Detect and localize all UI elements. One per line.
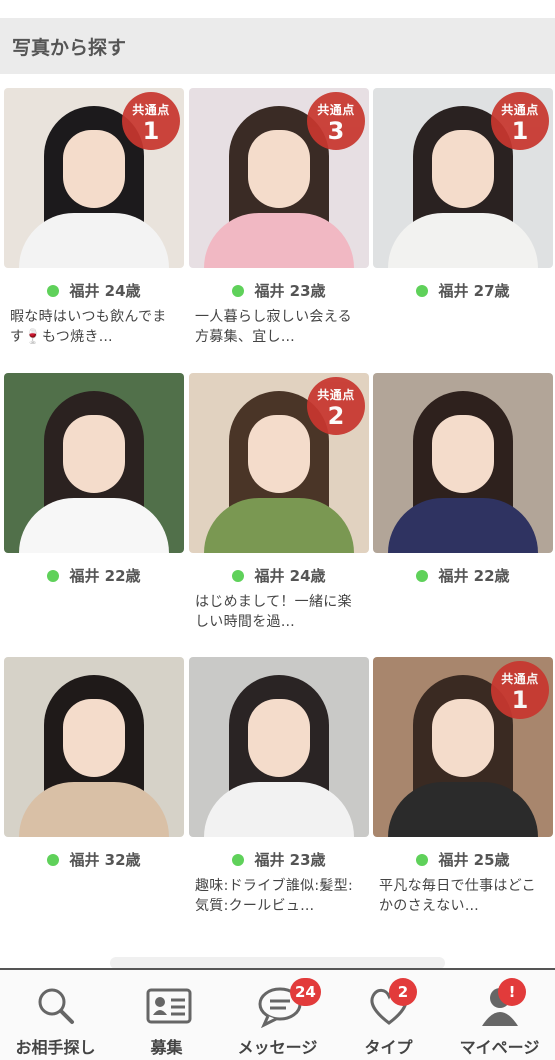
profile-photo[interactable] xyxy=(189,657,369,837)
tab-label: マイページ xyxy=(459,1038,540,1057)
profile-card[interactable]: 共通点 3 福井 23歳一人暮らし寂しい会える方募集、宜し… xyxy=(189,88,369,347)
profile-card[interactable]: 福井 22歳 xyxy=(373,373,553,632)
tab-label: お相手探し xyxy=(15,1038,96,1057)
profile-card[interactable]: 福井 32歳 xyxy=(4,657,184,916)
common-points-count: 1 xyxy=(142,117,160,145)
profile-info: 福井 24歳 xyxy=(4,280,184,301)
profile-photo[interactable]: 共通点 1 xyxy=(373,657,553,837)
online-status-icon xyxy=(416,569,429,582)
notification-badge: 2 xyxy=(389,978,417,1006)
online-status-icon xyxy=(47,569,60,582)
search-icon xyxy=(34,984,78,1028)
profile-photo[interactable]: 共通点 3 xyxy=(189,88,369,268)
profile-info: 福井 22歳 xyxy=(373,565,553,586)
profile-info: 福井 23歳 xyxy=(189,849,369,870)
common-points-badge: 共通点 1 xyxy=(491,92,549,150)
profile-photo[interactable] xyxy=(4,373,184,553)
profile-description: 平凡な毎日で仕事はどこかのさえない… xyxy=(379,878,536,914)
location-age: 福井 24歳 xyxy=(254,567,326,585)
common-points-count: 3 xyxy=(327,117,345,145)
profile-description: はじめまして！一緒に楽しい時間を過… xyxy=(195,594,352,630)
profile-photo[interactable] xyxy=(4,657,184,837)
tab-search[interactable]: お相手探し xyxy=(0,970,111,1060)
notification-badge: ! xyxy=(498,978,526,1006)
profile-card[interactable]: 共通点 2 福井 24歳はじめまして！一緒に楽しい時間を過… xyxy=(189,373,369,632)
profile-description: 暇な時はいつも飲んでます🍷もつ焼き… xyxy=(10,309,167,345)
profile-info: 福井 27歳 xyxy=(373,280,553,301)
profile-photo[interactable]: 共通点 1 xyxy=(4,88,184,268)
photo-face xyxy=(432,699,494,777)
online-status-icon xyxy=(416,853,429,866)
location-age: 福井 32歳 xyxy=(69,851,141,869)
profile-description xyxy=(4,592,184,632)
photo-face xyxy=(63,415,125,493)
common-points-count: 1 xyxy=(511,686,529,714)
online-status-icon xyxy=(47,853,60,866)
notification-badge: 24 xyxy=(290,978,321,1006)
online-status-icon xyxy=(232,284,245,297)
common-points-label: 共通点 xyxy=(317,103,355,117)
profile-description xyxy=(373,592,553,632)
profile-description: 趣味:ドライブ誰似:髪型:気質:クールビュ… xyxy=(195,878,354,914)
photo-face xyxy=(63,699,125,777)
tab-person[interactable]: マイページ! xyxy=(444,970,555,1060)
tab-chat[interactable]: メッセージ 24 xyxy=(222,970,333,1060)
photo-face xyxy=(432,130,494,208)
profile-info: 福井 24歳 xyxy=(189,565,369,586)
online-status-icon xyxy=(232,569,245,582)
online-status-icon xyxy=(47,284,60,297)
location-age: 福井 22歳 xyxy=(438,567,510,585)
tab-label: メッセージ xyxy=(237,1038,318,1057)
bottom-tab-bar: お相手探し 募集 メッセージ 24 タイプ 2 マイページ! xyxy=(0,968,555,1060)
photo-face xyxy=(63,130,125,208)
profile-photo[interactable] xyxy=(373,373,553,553)
profile-photo[interactable]: 共通点 2 xyxy=(189,373,369,553)
location-age: 福井 22歳 xyxy=(69,567,141,585)
photo-face xyxy=(432,415,494,493)
tab-label: タイプ xyxy=(364,1038,413,1057)
profile-card[interactable]: 共通点 1 福井 25歳平凡な毎日で仕事はどこかのさえない… xyxy=(373,657,553,916)
tab-heart[interactable]: タイプ 2 xyxy=(333,970,444,1060)
location-age: 福井 23歳 xyxy=(254,851,326,869)
location-age: 福井 23歳 xyxy=(254,282,326,300)
common-points-count: 2 xyxy=(327,402,345,430)
profile-info: 福井 25歳 xyxy=(373,849,553,870)
profile-description xyxy=(4,876,184,916)
profile-card[interactable]: 福井 22歳 xyxy=(4,373,184,632)
online-status-icon xyxy=(232,853,245,866)
common-points-label: 共通点 xyxy=(501,672,539,686)
location-age: 福井 24歳 xyxy=(69,282,141,300)
common-points-count: 1 xyxy=(511,117,529,145)
profile-card[interactable]: 共通点 1 福井 27歳 xyxy=(373,88,553,347)
section-header: 写真から探す xyxy=(0,18,555,74)
tab-label: 募集 xyxy=(150,1038,183,1057)
common-points-label: 共通点 xyxy=(132,103,170,117)
common-points-label: 共通点 xyxy=(317,388,355,402)
location-age: 福井 25歳 xyxy=(438,851,510,869)
common-points-badge: 共通点 1 xyxy=(122,92,180,150)
photo-face xyxy=(248,699,310,777)
common-points-badge: 共通点 2 xyxy=(307,377,365,435)
location-age: 福井 27歳 xyxy=(438,282,510,300)
common-points-badge: 共通点 3 xyxy=(307,92,365,150)
common-points-label: 共通点 xyxy=(501,103,539,117)
photo-face xyxy=(248,130,310,208)
profile-info: 福井 22歳 xyxy=(4,565,184,586)
common-points-badge: 共通点 1 xyxy=(491,661,549,719)
section-title: 写真から探す xyxy=(12,36,127,59)
profile-info: 福井 32歳 xyxy=(4,849,184,870)
profile-photo[interactable]: 共通点 1 xyxy=(373,88,553,268)
profile-info: 福井 23歳 xyxy=(189,280,369,301)
profile-card[interactable]: 共通点 1 福井 24歳暇な時はいつも飲んでます🍷もつ焼き… xyxy=(4,88,184,347)
photo-face xyxy=(248,415,310,493)
tab-id-card[interactable]: 募集 xyxy=(111,970,222,1060)
profile-description: 一人暮らし寂しい会える方募集、宜し… xyxy=(195,309,352,345)
online-status-icon xyxy=(416,284,429,297)
id-card-icon xyxy=(145,984,191,1028)
profile-card[interactable]: 福井 23歳趣味:ドライブ誰似:髪型:気質:クールビュ… xyxy=(189,657,369,916)
profile-description xyxy=(373,307,553,347)
